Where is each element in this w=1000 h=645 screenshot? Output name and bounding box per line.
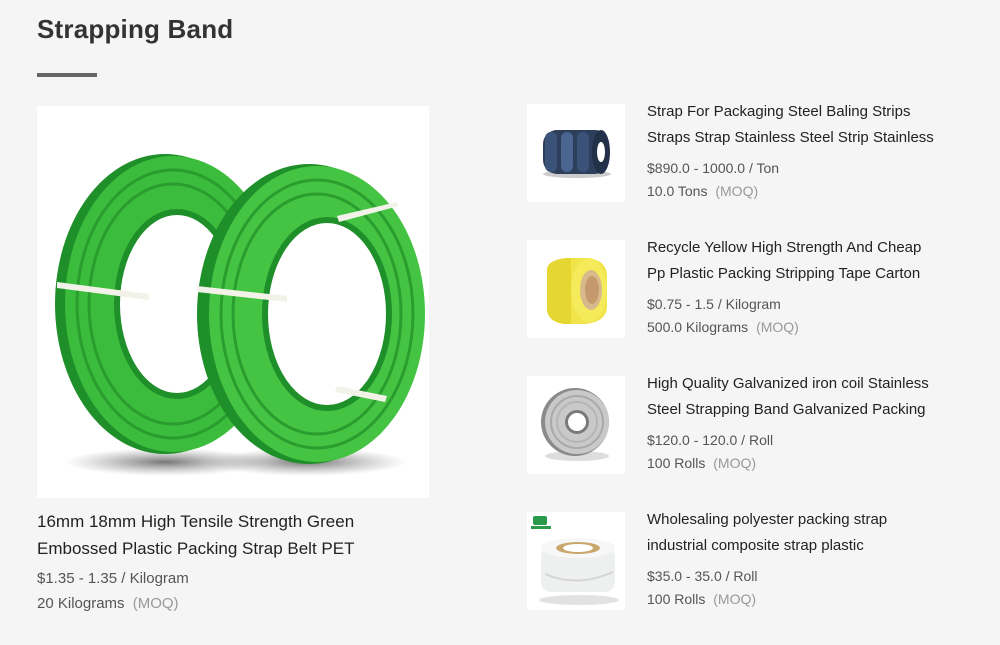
section-title: Strapping Band [37,14,234,44]
list-item[interactable]: High Quality Galvanized iron coil Stainl… [527,375,987,476]
item-title-line-2[interactable]: Steel Strapping Band Galvanized Packing [647,397,987,423]
item-price: $120.0 - 120.0 / Roll [647,432,774,448]
item-moq-row: 500.0 Kilograms (MOQ) [647,319,987,335]
item-moq-row: 100 Rolls (MOQ) [647,591,987,607]
item-title[interactable]: Wholesaling polyester packing strap indu… [647,507,987,559]
item-title-line-1[interactable]: Strap For Packaging Steel Baling Strips [647,99,987,125]
white-polyester-strap-image[interactable] [527,512,625,610]
item-title[interactable]: Recycle Yellow High Strength And Cheap P… [647,235,987,287]
list-item[interactable]: Wholesaling polyester packing strap indu… [527,511,987,612]
item-moq: 100 Rolls [647,591,706,607]
item-price: $890.0 - 1000.0 / Ton [647,160,780,176]
item-moq-row: 100 Rolls (MOQ) [647,455,987,471]
moq-tag: (MOQ) [713,591,757,607]
title-underline [37,73,97,77]
moq-tag: (MOQ) [715,183,759,199]
item-moq: 10.0 Tons [647,183,708,199]
moq-tag: (MOQ) [756,319,799,335]
item-moq: 100 Rolls [647,455,706,471]
item-price: $35.0 - 35.0 / Roll [647,568,758,584]
brand-logo-icon [533,516,547,525]
list-item[interactable]: Strap For Packaging Steel Baling Strips … [527,103,987,204]
featured-title-line-1[interactable]: 16mm 18mm High Tensile Strength Green [37,508,457,535]
item-title-line-2[interactable]: Pp Plastic Packing Stripping Tape Carton [647,261,987,287]
item-moq-row: 10.0 Tons (MOQ) [647,183,987,199]
item-title[interactable]: High Quality Galvanized iron coil Stainl… [647,371,987,423]
item-title-line-1[interactable]: Wholesaling polyester packing strap [647,507,987,533]
item-info: Strap For Packaging Steel Baling Strips … [647,99,987,199]
featured-title-line-2[interactable]: Embossed Plastic Packing Strap Belt PET [37,535,457,562]
moq-tag: (MOQ) [713,455,757,471]
featured-product-title[interactable]: 16mm 18mm High Tensile Strength Green Em… [37,508,457,562]
item-info: High Quality Galvanized iron coil Stainl… [647,371,987,471]
featured-moq-row: 20 Kilograms (MOQ) [37,595,429,612]
featured-price: $1.35 - 1.35 / Kilogram [37,570,189,587]
item-moq: 500.0 Kilograms [647,319,749,335]
item-price: $0.75 - 1.5 / Kilogram [647,296,781,312]
featured-product-card[interactable]: 16mm 18mm High Tensile Strength Green Em… [37,106,429,612]
featured-moq: 20 Kilograms [37,595,125,612]
list-item[interactable]: Recycle Yellow High Strength And Cheap P… [527,239,987,340]
item-title-line-1[interactable]: High Quality Galvanized iron coil Stainl… [647,371,987,397]
item-info: Wholesaling polyester packing strap indu… [647,507,987,607]
yellow-strap-roll-image[interactable] [527,240,625,338]
item-title-line-2[interactable]: industrial composite strap plastic [647,533,987,559]
item-title[interactable]: Strap For Packaging Steel Baling Strips … [647,99,987,151]
moq-tag: (MOQ) [132,595,179,612]
galvanized-coil-image[interactable] [527,376,625,474]
steel-strap-coil-image[interactable] [527,104,625,202]
item-title-line-2[interactable]: Straps Strap Stainless Steel Strip Stain… [647,125,987,151]
green-strap-coils-image[interactable] [37,106,429,498]
item-title-line-1[interactable]: Recycle Yellow High Strength And Cheap [647,235,987,261]
item-info: Recycle Yellow High Strength And Cheap P… [647,235,987,335]
